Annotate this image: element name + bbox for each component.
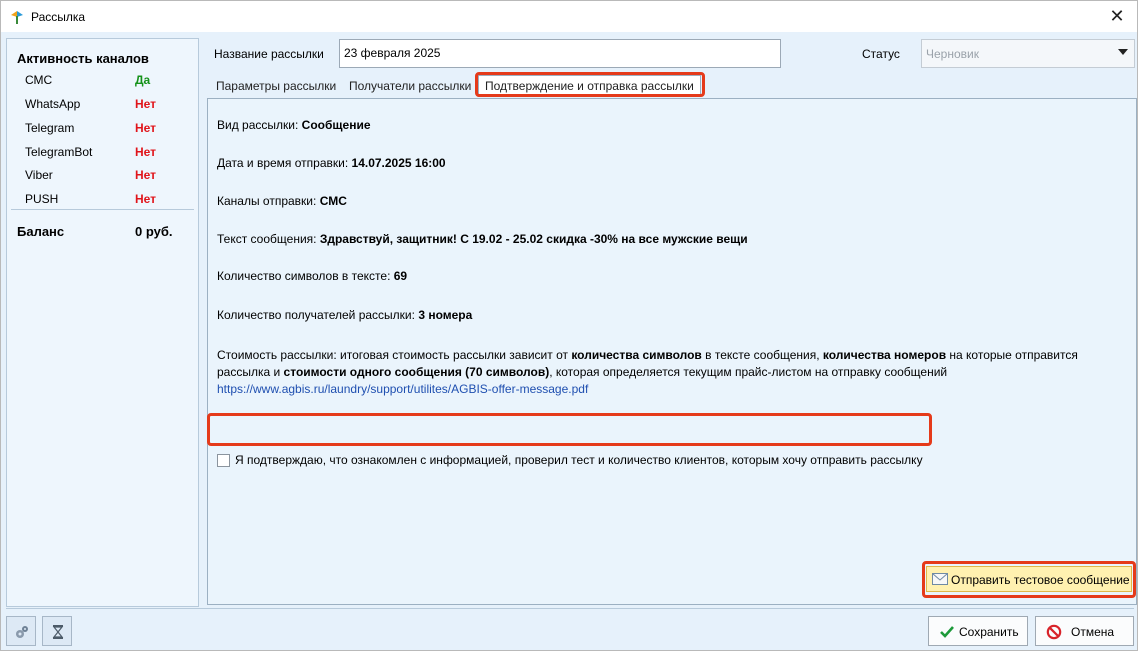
channel-name: Telegram <box>25 121 75 135</box>
summary-text: Текст сообщения: Здравствуй, защитник! С… <box>217 232 748 246</box>
channel-name: TelegramBot <box>25 145 93 159</box>
confirm-checkbox[interactable] <box>217 454 230 467</box>
balance-value: 0 руб. <box>135 224 173 239</box>
channel-row-viber: Viber Нет <box>25 168 195 188</box>
channel-row-whatsapp: WhatsApp Нет <box>25 97 195 117</box>
channel-name: Viber <box>25 168 53 182</box>
channel-name: PUSH <box>25 192 59 206</box>
channel-status: Нет <box>135 168 157 182</box>
confirmation-panel: Вид рассылки: Сообщение Дата и время отп… <box>207 98 1137 605</box>
dialog-body: Активность каналов СМС Да WhatsApp Нет T… <box>0 32 1138 651</box>
channel-status: Нет <box>135 192 157 206</box>
save-button[interactable]: Сохранить <box>928 616 1028 646</box>
window-title: Рассылка <box>31 10 86 24</box>
channel-status: Нет <box>135 97 157 111</box>
cost-description: Стоимость рассылки: итоговая стоимость р… <box>217 348 1078 396</box>
title-bar: Рассылка ✕ <box>0 0 1138 32</box>
status-select[interactable]: Черновик <box>921 39 1135 68</box>
save-label: Сохранить <box>959 625 1019 639</box>
channel-row-telegram: Telegram Нет <box>25 121 195 141</box>
channels-panel: Активность каналов СМС Да WhatsApp Нет T… <box>6 38 199 607</box>
channel-name: WhatsApp <box>25 97 81 111</box>
summary-type: Вид рассылки: Сообщение <box>217 118 371 132</box>
divider <box>11 209 194 210</box>
mailing-name-input[interactable]: 23 февраля 2025 <box>339 39 781 68</box>
channel-status: Да <box>135 73 151 87</box>
settings-tool-button[interactable] <box>6 616 36 646</box>
cancel-button[interactable]: Отмена <box>1035 616 1134 646</box>
channel-status: Нет <box>135 145 157 159</box>
channel-row-sms: СМС Да <box>25 73 195 93</box>
cancel-icon <box>1046 624 1062 640</box>
history-tool-button[interactable] <box>42 616 72 646</box>
close-icon[interactable]: ✕ <box>1103 5 1131 29</box>
hourglass-icon <box>52 625 64 639</box>
app-logo-icon <box>11 11 23 24</box>
tab-parameters[interactable]: Параметры рассылки <box>216 79 336 93</box>
summary-channels: Каналы отправки: СМС <box>217 194 347 208</box>
mailing-name-label: Название рассылки <box>214 47 324 61</box>
summary-datetime: Дата и время отправки: 14.07.2025 16:00 <box>217 156 446 170</box>
channel-row-telegrambot: TelegramBot Нет <box>25 145 195 165</box>
checkbox-highlight <box>207 413 932 446</box>
summary-recipients: Количество получателей рассылки: 3 номер… <box>217 308 473 322</box>
channels-heading: Активность каналов <box>17 51 149 66</box>
gears-icon <box>16 626 28 638</box>
status-label: Статус <box>862 47 900 61</box>
divider <box>6 608 1134 609</box>
summary-chars: Количество символов в тексте: 69 <box>217 269 408 283</box>
chevron-down-icon[interactable] <box>1118 49 1128 55</box>
channel-name: СМС <box>25 73 53 87</box>
balance-label: Баланс <box>17 224 65 239</box>
confirm-label: Я подтверждаю, что ознакомлен с информац… <box>235 453 923 467</box>
tab-recipients[interactable]: Получатели рассылки <box>349 79 471 93</box>
cancel-label: Отмена <box>1071 625 1115 639</box>
checkmark-icon <box>940 626 954 638</box>
test-button-highlight <box>922 561 1136 598</box>
channel-status: Нет <box>135 121 157 135</box>
status-value: Черновик <box>926 47 979 61</box>
pricing-link[interactable]: https://www.agbis.ru/laundry/support/uti… <box>217 382 588 396</box>
tab-highlight <box>475 72 705 97</box>
